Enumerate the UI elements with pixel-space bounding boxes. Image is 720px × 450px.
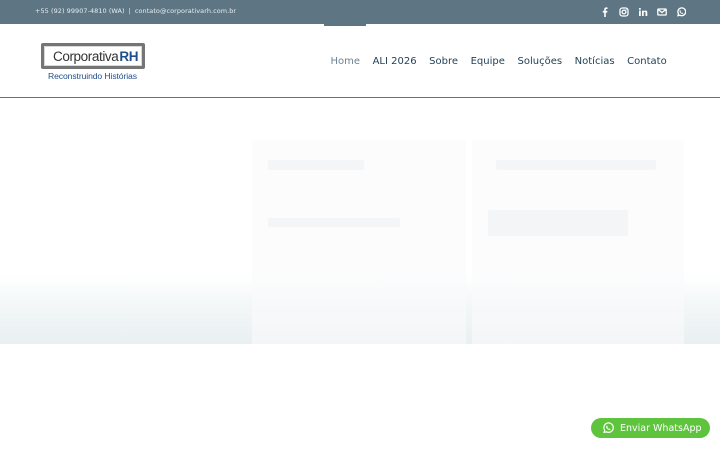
whatsapp-button[interactable]: Enviar WhatsApp (591, 418, 710, 438)
nav-item-contato[interactable]: Contato (621, 24, 673, 98)
site-header: CorporativaRH Reconstruindo Histórias Ho… (0, 24, 720, 98)
email-icon[interactable] (657, 6, 667, 17)
slide-text-placeholder (268, 218, 400, 227)
instagram-icon[interactable] (619, 6, 629, 17)
logo-word-accent: RH (119, 49, 139, 64)
contact-info: +55 (92) 99907-4810 (WA) | contato@corpora… (35, 7, 236, 15)
logo-word: CorporativaRH (53, 49, 138, 64)
nav-item-ali-2026[interactable]: ALI 2026 (366, 24, 423, 98)
nav-item-sobre[interactable]: Sobre (423, 24, 464, 98)
whatsapp-button-label: Enviar WhatsApp (620, 422, 702, 434)
contact-separator: | (128, 7, 131, 15)
hero-slide-left (252, 140, 466, 344)
linkedin-icon[interactable] (638, 6, 648, 17)
logo-tagline: Reconstruindo Histórias (48, 71, 137, 81)
hero-slide-right (472, 140, 684, 344)
phone-number[interactable]: +55 (92) 99907-4810 (WA) (35, 7, 125, 15)
logo-frame: CorporativaRH (41, 43, 145, 69)
nav-item-home[interactable]: Home (324, 24, 367, 98)
slide-button-placeholder (488, 210, 628, 236)
site-logo[interactable]: CorporativaRH Reconstruindo Histórias (40, 42, 146, 82)
whatsapp-icon (602, 422, 614, 434)
logo-word-main: Corporativa (53, 49, 119, 64)
facebook-icon[interactable] (600, 6, 610, 17)
slide-title-placeholder (496, 160, 656, 170)
slide-title-placeholder (268, 160, 364, 170)
email-link[interactable]: contato@corporativarh.com.br (135, 7, 236, 15)
whatsapp-icon[interactable] (676, 6, 686, 17)
top-bar: +55 (92) 99907-4810 (WA) | contato@corpora… (0, 0, 720, 24)
nav-item-noticias[interactable]: Notícias (568, 24, 621, 98)
nav-item-solucoes[interactable]: Soluções (511, 24, 568, 98)
main-nav: Home ALI 2026 Sobre Equipe Soluções Notí… (324, 24, 673, 98)
social-links (600, 6, 686, 17)
nav-item-equipe[interactable]: Equipe (464, 24, 511, 98)
